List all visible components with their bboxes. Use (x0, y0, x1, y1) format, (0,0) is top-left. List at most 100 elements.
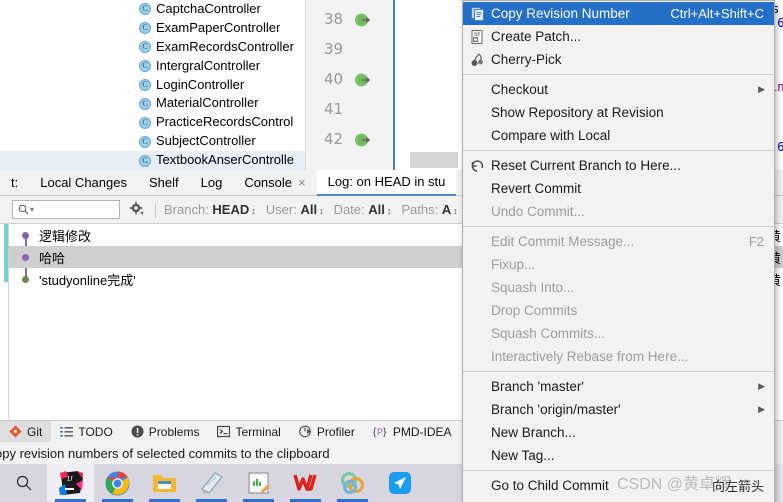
taskbar-app-netease[interactable] (329, 464, 376, 502)
menu-item-copy-revision-number[interactable]: Copy Revision Number Ctrl+Alt+Shift+C (463, 2, 774, 25)
gear-icon (129, 201, 143, 215)
toolbar-separator (155, 201, 156, 218)
settings-gear-button[interactable] (129, 201, 147, 219)
menu-item-label: Drop Commits (491, 303, 578, 318)
rings-icon (341, 472, 364, 494)
menu-item-new-tag[interactable]: New Tag... (463, 444, 774, 467)
terminal-icon (217, 425, 231, 438)
search-dropdown-icon[interactable]: ▾ (30, 205, 34, 214)
vcs-change-marker-icon[interactable] (354, 72, 371, 89)
class-icon: C (139, 22, 151, 35)
chevron-updown-icon[interactable]: ↕ (453, 206, 458, 216)
menu-item-new-branch[interactable]: New Branch... (463, 421, 774, 444)
git-log-context-menu[interactable]: Copy Revision Number Ctrl+Alt+Shift+C Crea… (462, 0, 775, 502)
tool-window-button-git[interactable]: Git (0, 420, 52, 443)
menu-item-show-repository-at-revision[interactable]: Show Repository at Revision (463, 101, 774, 124)
menu-item-label: New Tag... (491, 448, 555, 463)
search-input[interactable]: ▾ (12, 200, 120, 219)
log-filter-date[interactable]: Date: All ↕ (334, 202, 392, 217)
log-filter-branch[interactable]: Branch: HEAD ↕ (164, 202, 256, 217)
taskbar-app-chrome[interactable] (94, 464, 141, 502)
log-filter-name: Date: (333, 202, 369, 217)
taskbar-app-wps[interactable] (282, 464, 329, 502)
chevron-updown-icon[interactable]: ↕ (319, 206, 324, 216)
class-icon: C (139, 97, 151, 110)
completion-item[interactable]: C ExamPaperController (0, 19, 305, 38)
vcs-tab-label: Log: on HEAD in stu (327, 173, 446, 189)
taskbar-app-notes[interactable] (188, 464, 235, 502)
taskbar-search-button[interactable] (0, 464, 47, 502)
log-filter-value: HEAD (212, 202, 250, 217)
close-icon[interactable]: × (298, 170, 306, 196)
commit-graph-dot (22, 254, 29, 261)
cherry-icon (469, 52, 487, 68)
vcs-tab-log-on-head-in-stu[interactable]: Log: on HEAD in stu (316, 169, 457, 196)
svg-text:}: } (383, 427, 387, 438)
completion-item-label: CaptchaController (156, 1, 261, 16)
code-completion-popup[interactable]: C CaptchaController C ExamPaperController C E… (0, 0, 305, 170)
completion-item[interactable]: C LoginController (0, 76, 305, 95)
menu-item-shortcut: F2 (748, 234, 764, 249)
vcs-tab-console[interactable]: Console × (233, 170, 316, 196)
menu-item-compare-with-local[interactable]: Compare with Local (463, 124, 774, 147)
commit-message: 'studyonline完成' (39, 272, 136, 288)
menu-item-icon-placeholder (469, 478, 487, 494)
log-graph-strip (0, 224, 8, 420)
vcs-change-marker-icon[interactable] (354, 132, 371, 149)
todo-icon (60, 425, 74, 438)
tool-window-button-problems[interactable]: Problems (122, 421, 209, 443)
completion-item[interactable]: C CaptchaController (0, 0, 305, 19)
log-filter-value: All (300, 202, 318, 217)
line-number: 40 (324, 70, 344, 88)
chevron-updown-icon[interactable]: ↕ (387, 206, 392, 216)
menu-item-go-to-parent-commit[interactable]: Go to Parent Commit向右箭头 (463, 497, 774, 502)
vcs-tab-shelf[interactable]: Shelf (138, 170, 190, 196)
menu-separator (463, 470, 774, 471)
tool-window-button-pmd-idea[interactable]: {P} PMD-IDEA (364, 421, 461, 443)
taskbar-app-file-explorer[interactable] (141, 464, 188, 502)
completion-item[interactable]: C IntergralController (0, 57, 305, 76)
commit-graph-dot (22, 232, 29, 239)
vcs-tab-log[interactable]: Log (190, 170, 234, 196)
taskbar-app-messenger[interactable] (376, 464, 423, 502)
vcs-tab-t[interactable]: t: (0, 170, 29, 196)
completion-item[interactable]: C MaterialController (0, 94, 305, 113)
git-icon (9, 425, 22, 438)
chevron-updown-icon[interactable]: ↕ (251, 206, 256, 216)
menu-item-cherry-pick[interactable]: Cherry-Pick (463, 48, 774, 71)
tool-window-button-terminal[interactable]: Terminal (208, 421, 289, 443)
vcs-tab-local-changes[interactable]: Local Changes (29, 170, 138, 196)
completion-item[interactable]: C PracticeRecordsControl (0, 113, 305, 132)
tool-window-button-todo[interactable]: TODO (51, 421, 121, 443)
reset-icon (469, 158, 487, 174)
menu-item-interactively-rebase-from-here: Interactively Rebase from Here... (463, 345, 774, 368)
menu-item-icon-placeholder (469, 303, 487, 319)
taskbar-app-editor[interactable] (235, 464, 282, 502)
commit-message: 逻辑修改 (39, 228, 92, 244)
vcs-change-marker-icon[interactable] (354, 12, 371, 29)
completion-item-label: TextbookAnserControlle (156, 152, 295, 168)
menu-item-go-to-child-commit[interactable]: Go to Child Commit 向左箭头 (463, 474, 774, 497)
menu-item-checkout[interactable]: Checkout ▶ (463, 78, 774, 101)
menu-item-revert-commit[interactable]: Revert Commit (463, 177, 774, 200)
taskbar-app-intellij-idea[interactable]: IJ (47, 464, 94, 502)
menu-item-branch-origin-master[interactable]: Branch 'origin/master' ▶ (463, 398, 774, 421)
log-filter-user[interactable]: User: All ↕ (266, 202, 324, 217)
log-filter-value: All (368, 202, 385, 217)
log-filter-value: A (441, 202, 452, 217)
pmd-icon: {P} (373, 425, 388, 438)
menu-item-create-patch[interactable]: Create Patch... (463, 25, 774, 48)
completion-item[interactable]: C SubjectController (0, 132, 305, 151)
menu-item-reset-current-branch-to-here[interactable]: Reset Current Branch to Here... (463, 154, 774, 177)
completion-item-label: PracticeRecordsControl (156, 114, 294, 130)
menu-item-label: Revert Commit (491, 181, 582, 196)
completion-item[interactable]: C ExamRecordsController (0, 38, 305, 57)
log-filter-paths[interactable]: Paths: A ↕ (401, 202, 457, 217)
menu-item-branch-master[interactable]: Branch 'master' ▶ (463, 375, 774, 398)
menu-item-icon-placeholder (469, 425, 487, 441)
tool-window-button-profiler[interactable]: Profiler (290, 421, 364, 443)
log-filter-name: Paths: (401, 202, 442, 217)
completion-item[interactable]: C TextbookAnserControlle (0, 151, 305, 170)
class-icon: C (139, 41, 151, 54)
folder-icon (153, 475, 176, 492)
